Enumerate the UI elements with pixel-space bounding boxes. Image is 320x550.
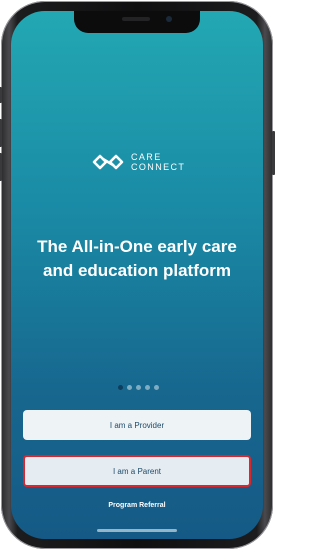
provider-button[interactable]: I am a Provider: [23, 410, 251, 440]
carousel-dot[interactable]: [136, 385, 141, 390]
mute-switch: [0, 87, 2, 103]
app-screen: CARE CONNECT The All-in-One early care a…: [11, 11, 263, 539]
phone-frame: CARE CONNECT The All-in-One early care a…: [0, 1, 275, 549]
carousel-dot[interactable]: [154, 385, 159, 390]
notch: [74, 11, 200, 33]
headline-line-1: The All-in-One early care: [37, 237, 237, 256]
headline-line-2: and education platform: [43, 261, 231, 280]
parent-button[interactable]: I am a Parent: [23, 455, 251, 487]
carousel-dot[interactable]: [118, 385, 123, 390]
carousel-dot[interactable]: [145, 385, 150, 390]
brand-name: CARE CONNECT: [131, 152, 185, 172]
volume-down-button: [0, 153, 2, 181]
volume-up-button: [0, 119, 2, 147]
program-referral-link[interactable]: Program Referral: [11, 502, 263, 509]
carousel-dot[interactable]: [127, 385, 132, 390]
front-camera: [166, 16, 172, 22]
provider-button-label: I am a Provider: [109, 420, 165, 430]
parent-button-label: I am a Parent: [112, 466, 162, 476]
carousel-indicator: [118, 385, 159, 390]
headline: The All-in-One early care and education …: [15, 235, 259, 283]
power-button: [272, 131, 275, 175]
brand-line-2: CONNECT: [131, 162, 186, 172]
infinity-link-icon: [91, 152, 125, 172]
brand-line-1: CARE: [131, 152, 162, 162]
care-connect-logo: CARE CONNECT: [91, 150, 185, 174]
home-indicator[interactable]: [97, 529, 177, 532]
speaker: [122, 17, 150, 21]
